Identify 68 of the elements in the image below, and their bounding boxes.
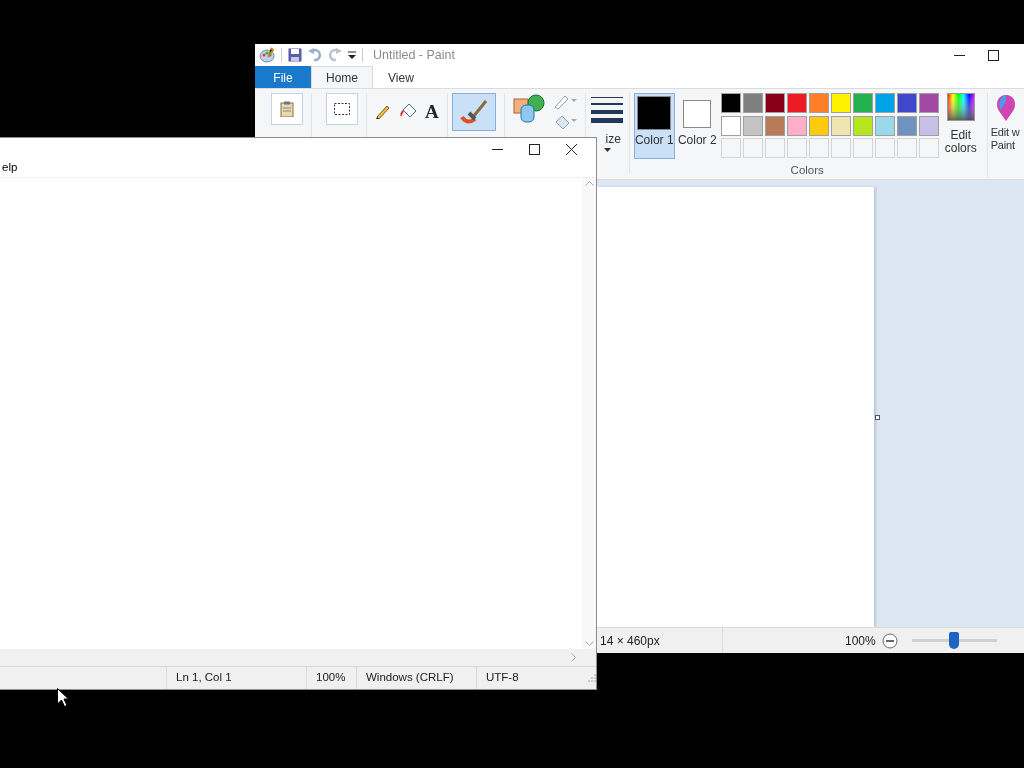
color-swatch[interactable] [742, 115, 763, 136]
color-swatch[interactable] [830, 115, 851, 136]
color-swatch[interactable] [720, 115, 741, 136]
slider-thumb[interactable] [949, 632, 960, 649]
save-icon[interactable] [288, 48, 302, 62]
line-ending-text: Windows (CRLF) [366, 670, 454, 686]
horizontal-scrollbar[interactable] [0, 649, 596, 666]
color-swatch[interactable] [830, 93, 851, 113]
chevron-up-icon[interactable] [584, 181, 594, 186]
brushes-button[interactable] [451, 93, 496, 131]
pencil-icon[interactable] [375, 103, 391, 119]
color-swatch[interactable] [764, 93, 785, 113]
chevron-right-icon[interactable] [571, 653, 576, 662]
clipboard-icon [280, 101, 294, 117]
cursor-position-text: Ln 1, Col 1 [176, 670, 232, 686]
paint3d-label[interactable]: Edit w Paint [990, 126, 1020, 152]
redo-icon[interactable] [328, 48, 342, 62]
close-icon[interactable] [566, 143, 577, 155]
resize-grip-icon[interactable] [588, 674, 596, 682]
color-slot-button[interactable]: Color 2 [676, 93, 718, 159]
color-swatch[interactable] [874, 93, 895, 113]
color-swatch[interactable] [742, 93, 763, 113]
maximize-icon[interactable] [987, 49, 999, 61]
zoom-out-icon[interactable] [881, 632, 898, 649]
caret-icon[interactable] [603, 148, 611, 152]
ribbon-tab[interactable]: Home [311, 66, 373, 88]
resize-handle[interactable] [875, 415, 880, 420]
file-menu-tab[interactable]: File [255, 66, 311, 88]
color-swatch[interactable] [896, 93, 917, 113]
color-swatch[interactable] [786, 115, 807, 136]
caret-icon[interactable] [348, 51, 356, 59]
color-swatch[interactable] [918, 115, 939, 136]
color-swatch[interactable] [918, 93, 939, 113]
palette-icon [259, 47, 275, 63]
paint-bucket-icon[interactable] [399, 103, 417, 119]
select-button[interactable] [326, 93, 358, 125]
brush-icon [458, 97, 489, 127]
undo-icon[interactable] [308, 48, 322, 62]
color-swatch[interactable] [786, 93, 807, 113]
dashed-rectangle-icon [334, 103, 350, 115]
chevron-down-icon[interactable] [584, 641, 594, 646]
color-swatch[interactable] [852, 115, 873, 136]
window-title: Untitled - Paint [373, 46, 455, 64]
vertical-scrollbar[interactable] [582, 178, 596, 649]
size-label[interactable]: ize [593, 133, 621, 146]
maximize-icon[interactable] [529, 143, 540, 155]
color-swatch[interactable] [874, 115, 895, 136]
outline-pencil-icon[interactable] [552, 93, 577, 109]
line-width-icon[interactable] [591, 97, 624, 123]
color-swatch[interactable] [896, 115, 917, 136]
encoding-text: UTF-8 [486, 670, 519, 686]
paste-button[interactable] [271, 93, 303, 125]
color-swatch[interactable] [808, 93, 829, 113]
color-spectrum-icon[interactable] [946, 93, 975, 121]
canvas-size-text: 14 × 460px [600, 632, 661, 650]
color-swatch[interactable] [808, 115, 829, 136]
zoom-level-text: 100% [845, 632, 876, 650]
edit-colors-button[interactable]: Edit colors [939, 129, 982, 155]
zoom-level-text: 100% [316, 670, 346, 686]
color-swatch[interactable] [852, 93, 873, 113]
text-tool-icon[interactable]: A [425, 103, 439, 121]
menu-item[interactable]: elp [2, 159, 18, 177]
shapes-icon[interactable] [512, 93, 545, 125]
color-swatch[interactable] [764, 115, 785, 136]
color-swatch[interactable] [720, 93, 741, 113]
group-label: Colors [789, 163, 825, 178]
color-slot-button[interactable]: Color 1 [633, 93, 675, 159]
ribbon-tab[interactable]: View [373, 66, 429, 88]
